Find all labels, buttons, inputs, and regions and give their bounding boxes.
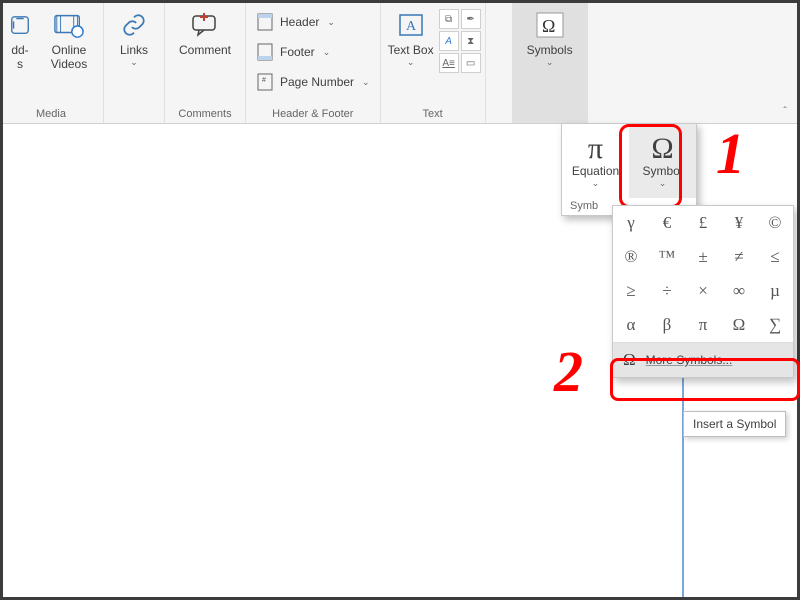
symbol-cell[interactable]: ¥ (721, 206, 757, 240)
online-videos-button[interactable]: Online Videos (39, 5, 99, 74)
symbol-label: Symbol (642, 164, 682, 178)
group-label-symbols (516, 106, 584, 123)
svg-text:#: # (262, 77, 266, 84)
footer-button[interactable]: Footer ⌄ (250, 37, 376, 67)
symbol-cell[interactable]: ∞ (721, 274, 757, 308)
chevron-down-icon: ⌄ (323, 47, 331, 58)
ribbon-tail: ˆ (588, 3, 797, 123)
footer-icon (256, 43, 274, 61)
group-header-footer: Header ⌄ Footer ⌄ # Page Nu (246, 3, 381, 123)
addins-icon (4, 9, 36, 41)
comment-icon (189, 9, 221, 41)
addins-sub: s (17, 57, 23, 71)
symbol-cell[interactable]: ∑ (757, 308, 793, 342)
tooltip-insert-symbol: Insert a Symbol (683, 411, 786, 437)
group-symbols: Ω Symbols ⌄ (512, 3, 588, 123)
equation-button[interactable]: π Equation ⌄ (562, 124, 629, 198)
group-media: dd- s Online Videos Media (3, 3, 104, 123)
symbol-cell[interactable]: ≠ (721, 240, 757, 274)
page-number-icon: # (256, 73, 274, 91)
symbol-cell[interactable]: ÷ (649, 274, 685, 308)
symbol-cell[interactable]: α (613, 308, 649, 342)
page-number-button[interactable]: # Page Number ⌄ (250, 67, 376, 97)
text-mini-grid: ⧉ ✒ A ⧗ A≡ ▭ (439, 5, 481, 73)
symbols-button[interactable]: Ω Symbols ⌄ (520, 5, 580, 70)
more-symbols-button[interactable]: Ω More Symbols... (613, 342, 793, 377)
links-button[interactable]: Links ⌄ (108, 5, 160, 70)
group-label-header-footer: Header & Footer (250, 106, 376, 123)
links-icon (118, 9, 150, 41)
online-videos-label: Online Videos (41, 43, 97, 72)
symbol-cell[interactable]: € (649, 206, 685, 240)
symbols-dropdown: π Equation ⌄ Ω Symbol ⌄ Symb (561, 123, 697, 216)
comment-button[interactable]: Comment (169, 5, 241, 59)
group-label-media: Media (3, 106, 99, 123)
chevron-down-icon: ⌄ (546, 57, 554, 68)
symbol-cell[interactable]: © (757, 206, 793, 240)
addins-button[interactable]: dd- s (3, 5, 37, 74)
page-number-label: Page Number (280, 75, 354, 89)
symbol-cell[interactable]: γ (613, 206, 649, 240)
symbol-grid-panel: γ€£¥©®™±≠≤≥÷×∞µαβπΩ∑ Ω More Symbols... (612, 205, 794, 378)
omega-icon: Ω (534, 9, 566, 41)
chevron-down-icon: ⌄ (362, 77, 370, 88)
header-button[interactable]: Header ⌄ (250, 7, 376, 37)
symbols-label: Symbols (527, 43, 573, 57)
header-icon (256, 13, 274, 31)
textbox-label: Text Box (388, 43, 434, 57)
ribbon: dd- s Online Videos Media Li (3, 3, 797, 124)
svg-text:Ω: Ω (542, 16, 555, 36)
group-text: A Text Box ⌄ ⧉ ✒ A ⧗ A≡ ▭ Text (381, 3, 486, 123)
group-label-comments: Comments (169, 106, 241, 123)
group-links: Links ⌄ (104, 3, 165, 123)
chevron-down-icon: ⌄ (327, 17, 335, 28)
collapse-ribbon-button[interactable]: ˆ (775, 101, 795, 121)
dropcap-button[interactable]: A≡ (439, 53, 459, 73)
header-label: Header (280, 15, 319, 29)
more-symbols-label: More Symbols... (646, 353, 733, 367)
symbol-cell[interactable]: £ (685, 206, 721, 240)
addins-label: dd- (11, 43, 28, 57)
textbox-button[interactable]: A Text Box ⌄ (385, 5, 437, 70)
chevron-down-icon: ⌄ (130, 57, 138, 68)
chevron-down-icon: ⌄ (407, 57, 415, 68)
group-label-links (108, 106, 160, 123)
annotation-callout-2: 2 (554, 343, 583, 401)
group-comments: Comment Comments (165, 3, 246, 123)
symbol-cell[interactable]: ≤ (757, 240, 793, 274)
chevron-down-icon: ⌄ (659, 178, 667, 189)
symbol-cell[interactable]: π (685, 308, 721, 342)
textbox-icon: A (395, 9, 427, 41)
omega-icon: Ω (623, 350, 636, 370)
online-videos-icon (53, 9, 85, 41)
footer-label: Footer (280, 45, 315, 59)
quickparts-button[interactable]: ⧉ (439, 9, 459, 29)
svg-text:A: A (406, 19, 417, 34)
signature-button[interactable]: ✒ (461, 9, 481, 29)
symbol-cell[interactable]: × (685, 274, 721, 308)
pi-icon: π (588, 134, 603, 164)
equation-label: Equation (572, 164, 619, 178)
comment-label: Comment (179, 43, 231, 57)
spacer (486, 3, 512, 123)
group-label-text: Text (385, 106, 481, 123)
symbol-cell[interactable]: Ω (721, 308, 757, 342)
symbol-cell[interactable]: β (649, 308, 685, 342)
links-label: Links (120, 43, 148, 57)
annotation-callout-1: 1 (716, 125, 745, 183)
omega-icon: Ω (651, 134, 673, 164)
symbol-cell[interactable]: ™ (649, 240, 685, 274)
wordart-button[interactable]: A (439, 31, 459, 51)
datetime-button[interactable]: ⧗ (461, 31, 481, 51)
symbol-cell[interactable]: ≥ (613, 274, 649, 308)
object-button[interactable]: ▭ (461, 53, 481, 73)
symbol-button[interactable]: Ω Symbol ⌄ (629, 124, 696, 198)
symbol-cell[interactable]: µ (757, 274, 793, 308)
chevron-down-icon: ⌄ (592, 178, 600, 189)
symbol-cell[interactable]: ± (685, 240, 721, 274)
symbol-cell[interactable]: ® (613, 240, 649, 274)
